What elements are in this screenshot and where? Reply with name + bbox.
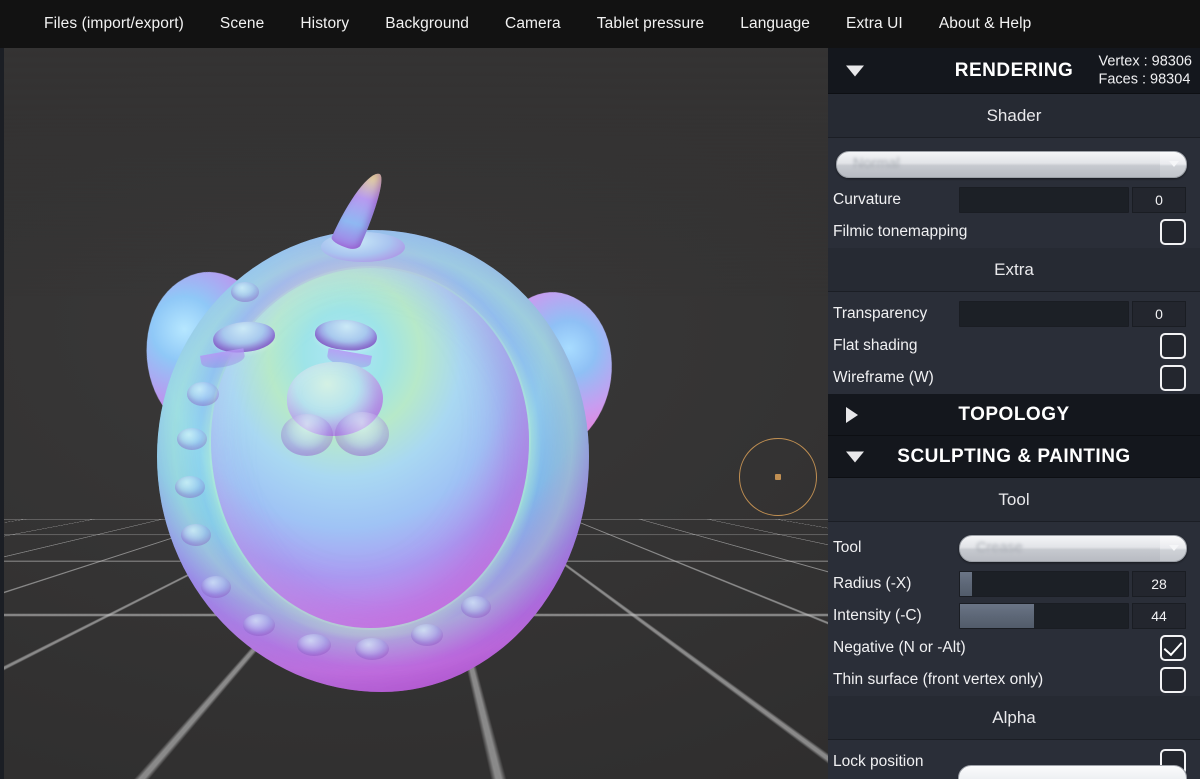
model-bump [461,596,491,618]
curvature-slider[interactable] [959,187,1129,213]
thin-surface-checkbox[interactable] [1160,667,1186,693]
intensity-label: Intensity (-C) [833,607,959,625]
filmic-tonemapping-checkbox[interactable] [1160,219,1186,245]
radius-label: Radius (-X) [833,575,959,593]
shader-select[interactable]: Normal [836,151,1187,178]
curvature-row: Curvature 0 [828,184,1200,216]
menu-about-help[interactable]: About & Help [939,16,1032,32]
filmic-tonemapping-label: Filmic tonemapping [833,223,967,241]
wireframe-row: Wireframe (W) [828,362,1200,394]
model-bump [201,576,231,598]
model-bump [181,524,211,546]
menu-language[interactable]: Language [740,16,810,32]
vertex-count: Vertex : 98306 [1098,52,1192,70]
tool-rows: Tool Crease Radius (-X) 28 Intensity (-C… [828,522,1200,696]
subsection-shader: Shader [828,94,1200,138]
brush-cursor [739,438,817,516]
brush-center-dot [775,474,781,480]
flat-shading-label: Flat shading [833,337,917,355]
radius-value[interactable]: 28 [1132,571,1186,597]
filmic-tonemapping-row: Filmic tonemapping [828,216,1200,248]
wireframe-label: Wireframe (W) [833,369,934,387]
model-bump [177,428,207,450]
flat-shading-row: Flat shading [828,330,1200,362]
curvature-label: Curvature [833,191,959,209]
model-bump [175,476,205,498]
wireframe-checkbox[interactable] [1160,365,1186,391]
menu-files[interactable]: Files (import/export) [44,16,184,32]
section-title-sculpting: SCULPTING & PAINTING [897,446,1130,468]
flat-shading-checkbox[interactable] [1160,333,1186,359]
extra-rows: Transparency 0 Flat shading Wireframe (W… [828,292,1200,394]
negative-label: Negative (N or -Alt) [833,639,966,657]
section-title-rendering: RENDERING [955,60,1074,82]
transparency-label: Transparency [833,305,959,323]
model-mouth-left [281,414,333,456]
transparency-row: Transparency 0 [828,298,1200,330]
model-bump [243,614,275,636]
section-header-topology[interactable]: TOPOLOGY [828,394,1200,436]
model-bump [355,638,389,660]
subsection-title-extra: Extra [994,260,1034,280]
subsection-tool: Tool [828,478,1200,522]
3d-viewport[interactable] [0,48,828,779]
faces-count: Faces : 98304 [1098,71,1192,89]
tool-select-value: Crease [960,540,1023,556]
shader-rows: Normal Curvature 0 Filmic tonemapping [828,138,1200,248]
intensity-row: Intensity (-C) 44 [828,600,1200,632]
tool-select-row: Tool Crease [828,528,1200,568]
transparency-slider[interactable] [959,301,1129,327]
thin-surface-label: Thin surface (front vertex only) [833,671,1043,689]
alpha-select[interactable] [958,765,1187,779]
negative-row: Negative (N or -Alt) [828,632,1200,664]
triangle-down-icon[interactable] [846,65,864,76]
transparency-value[interactable]: 0 [1132,301,1186,327]
section-title-topology: TOPOLOGY [958,404,1069,426]
radius-row: Radius (-X) 28 [828,568,1200,600]
model-mouth-right [335,412,389,456]
menu-bar: Files (import/export) Scene History Back… [0,0,1200,48]
section-header-sculpting[interactable]: SCULPTING & PAINTING [828,436,1200,478]
triangle-down-icon[interactable] [846,451,864,462]
menu-tablet-pressure[interactable]: Tablet pressure [597,16,704,32]
subsection-alpha: Alpha [828,696,1200,740]
menu-background[interactable]: Background [385,16,469,32]
panel-left-edge [0,48,4,779]
subsection-title-alpha: Alpha [992,708,1035,728]
subsection-title-shader: Shader [987,106,1042,126]
thin-surface-row: Thin surface (front vertex only) [828,664,1200,696]
curvature-value[interactable]: 0 [1132,187,1186,213]
sculpt-model[interactable] [139,176,609,716]
sidebar-panel: RENDERING Vertex : 98306 Faces : 98304 S… [828,48,1200,779]
chevron-down-icon[interactable] [1169,545,1179,551]
shader-select-value: Normal [837,156,900,172]
menu-scene[interactable]: Scene [220,16,264,32]
app-root: Files (import/export) Scene History Back… [0,0,1200,779]
tool-select[interactable]: Crease [959,535,1187,562]
triangle-right-icon[interactable] [846,407,858,423]
section-header-rendering[interactable]: RENDERING Vertex : 98306 Faces : 98304 [828,48,1200,94]
menu-history[interactable]: History [300,16,349,32]
lock-position-label: Lock position [833,753,923,771]
menu-camera[interactable]: Camera [505,16,561,32]
subsection-extra: Extra [828,248,1200,292]
mesh-stats: Vertex : 98306 Faces : 98304 [1098,52,1192,89]
intensity-slider[interactable] [959,603,1129,629]
shader-select-row: Normal [828,144,1200,184]
chevron-down-icon[interactable] [1169,161,1179,167]
model-bump [297,634,331,656]
intensity-value[interactable]: 44 [1132,603,1186,629]
tool-label: Tool [833,539,959,557]
subsection-title-tool: Tool [998,490,1029,510]
menu-extra-ui[interactable]: Extra UI [846,16,903,32]
radius-slider[interactable] [959,571,1129,597]
model-bump [231,282,259,302]
alpha-rows: Lock position [828,740,1200,778]
model-bump [187,382,219,406]
negative-checkbox[interactable] [1160,635,1186,661]
model-bump [411,624,443,646]
